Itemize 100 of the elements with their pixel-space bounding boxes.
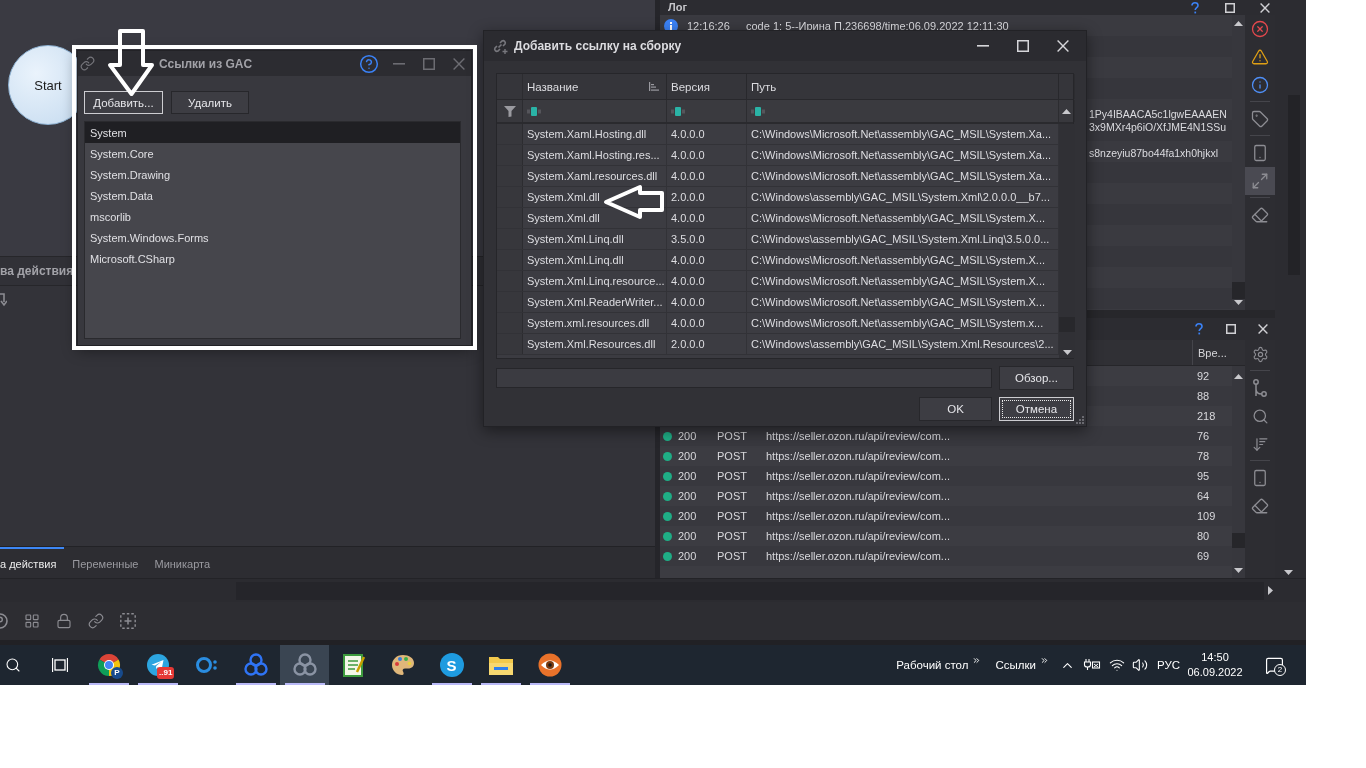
column-header[interactable]: Вре... <box>1192 340 1232 365</box>
table-row[interactable]: System.Xaml.Hosting.dll 4.0.0.0 C:\Windows\Microsoft.Net\assembly\GAC_MSIL\System.Xa... <box>497 124 1059 145</box>
add-icon[interactable] <box>120 613 136 629</box>
scrollbar-thumb[interactable] <box>1232 282 1245 299</box>
list-item[interactable]: Microsoft.CSharp <box>85 248 460 269</box>
table-cell-text: https://seller.ozon.ru/api/review/com... <box>766 470 952 482</box>
grid-icon[interactable] <box>24 613 40 629</box>
list-item[interactable]: System.Windows.Forms <box>85 227 460 248</box>
link-icon[interactable] <box>88 613 104 629</box>
table-cell-text: https://seller.ozon.ru/api/review/com... <box>766 510 952 522</box>
plug-battery-icon <box>1082 659 1101 671</box>
table-row[interactable]: System.xml.resources.dll 4.0.0.0 C:\Windows\Microsoft.Net\assembly\GAC_MSIL\System.x... <box>497 313 1059 334</box>
table-cell: 4.0.0.0 <box>667 313 747 333</box>
expand-icon <box>1251 172 1269 190</box>
language-button[interactable]: РУС <box>1150 645 1186 685</box>
table-row[interactable]: System.Xml.Linq.resource... 4.0.0.0 C:\Windows\Microsoft.Net\assembly\GAC_MSIL\System.X... <box>497 271 1059 292</box>
dialog-button[interactable]: OK <box>919 397 992 421</box>
table-cell-text: POST <box>717 510 748 522</box>
log-message: code 1: 5--Ирина П.236698/time:06.09.2022 12:11:30 <box>746 19 1009 32</box>
scrollbar[interactable] <box>1232 366 1245 578</box>
notifications-button[interactable]: 2 <box>1260 645 1288 685</box>
left-arrow <box>603 184 665 220</box>
dialog-button[interactable]: Отмена <box>999 397 1074 421</box>
phone-icon <box>1251 469 1269 487</box>
scrollbar-thumb[interactable] <box>1232 533 1245 548</box>
close-icon <box>453 57 465 70</box>
table-cell-text: 92 <box>1196 370 1211 382</box>
folder-icon <box>488 655 513 675</box>
list-item[interactable]: mscorlib <box>85 206 460 227</box>
table-cell-text: POST <box>717 470 748 482</box>
sort-icon <box>1251 435 1269 453</box>
table-cell-text: POST <box>717 550 748 562</box>
toolbar-button[interactable]: Ссылки <box>991 645 1053 685</box>
table-cell: 3.5.0.0 <box>667 229 747 249</box>
table-row[interactable]: System.Xaml.Hosting.res... 4.0.0.0 C:\Windows\Microsoft.Net\assembly\GAC_MSIL\System.Xa... <box>497 145 1059 166</box>
scrollbar[interactable] <box>1059 124 1075 358</box>
table-cell: System.Xml.dll <box>523 187 667 207</box>
log-time: 12:16:26 <box>687 19 731 32</box>
table-row[interactable]: System.Xaml.resources.dll 4.0.0.0 C:\Windows\Microsoft.Net\assembly\GAC_MSIL\System.Xa... <box>497 166 1059 187</box>
scroll-up-icon <box>1062 108 1071 114</box>
list-item[interactable]: System <box>85 122 460 143</box>
table-cell: System.xml.resources.dll <box>523 313 667 333</box>
table-row[interactable]: System.Xml.dll 4.0.0.0 C:\Windows\Microsoft.Net\assembly\GAC_MSIL\System.X... <box>497 208 1059 229</box>
text-filter-icon <box>671 106 685 116</box>
table-cell-text: 218 <box>1196 410 1217 422</box>
lock-icon[interactable] <box>56 613 72 629</box>
maximize-icon <box>1225 2 1235 13</box>
close-icon <box>1258 324 1268 334</box>
minimize-icon <box>977 45 989 47</box>
eye-icon <box>537 653 562 677</box>
tool-button[interactable] <box>1245 167 1275 195</box>
list-item[interactable]: System.Core <box>85 143 460 164</box>
table-cell-text: 80 <box>1196 530 1211 542</box>
browse-button[interactable]: Обзор... <box>999 366 1074 390</box>
scroll-down-icon <box>1234 568 1243 573</box>
app-badge: ..91 <box>157 667 175 679</box>
download-icon[interactable] <box>0 293 7 307</box>
link-plus-icon <box>492 38 508 54</box>
column-header[interactable]: Версия <box>667 74 747 99</box>
column-header[interactable]: Название <box>523 74 667 99</box>
down-arrow <box>107 28 155 98</box>
clock-button[interactable]: 14:50 06.09.2022 <box>1186 645 1244 685</box>
table-row[interactable]: System.Xml.Resources.dll 2.0.0.0 C:\Windows\assembly\GAC_MSIL\System.Xml.Resources\2... <box>497 334 1059 355</box>
user-icon[interactable] <box>0 613 8 629</box>
app-badge: P <box>111 667 123 679</box>
task-view-icon <box>52 658 68 672</box>
resize-grip-icon[interactable] <box>1076 416 1084 424</box>
panel-title: Лог <box>668 1 688 14</box>
log-message: 3x9MXr4p6iO/XfJME4N1SSu <box>1089 121 1227 134</box>
eraser-icon <box>1251 497 1269 515</box>
table-cell: System.Xml.Linq.dll <box>523 250 667 270</box>
table-cell-text: 200 <box>678 490 698 502</box>
dialog-button[interactable]: Добавить... <box>84 91 163 114</box>
table-cell-text: https://seller.ozon.ru/api/review/com... <box>766 490 952 502</box>
table-cell: System.Xml.dll <box>523 208 667 228</box>
chevron-icon <box>972 655 982 665</box>
table-row[interactable]: System.Xml.ReaderWriter... 4.0.0.0 C:\Windows\Microsoft.Net\assembly\GAC_MSIL\System.X... <box>497 292 1059 313</box>
list-item[interactable]: System.Drawing <box>85 164 460 185</box>
table-cell: 4.0.0.0 <box>667 124 747 144</box>
scrollbar[interactable] <box>1232 15 1245 310</box>
table-cell: System.Xaml.resources.dll <box>523 166 667 186</box>
table-cell-text: 78 <box>1196 450 1211 462</box>
tab[interactable]: Переменные <box>64 547 147 578</box>
wifi-icon <box>1108 657 1125 673</box>
tab[interactable]: Миникарта <box>146 547 219 578</box>
close-icon <box>1260 2 1270 13</box>
toolbar-button[interactable]: Рабочий стол <box>892 645 986 685</box>
browser-icon <box>96 653 121 677</box>
list-item[interactable]: System.Data <box>85 185 460 206</box>
table-row[interactable]: System.Xml.dll 2.0.0.0 C:\Windows\assembly\GAC_MSIL\System.Xml\2.0.0.0__b7... <box>497 187 1059 208</box>
table-row[interactable]: System.Xml.Linq.dll 3.5.0.0 C:\Windows\assembly\GAC_MSIL\System.Xml.Linq\3.5.0.0... <box>497 229 1059 250</box>
table-row[interactable]: System.Xml.Linq.dll 4.0.0.0 C:\Windows\Microsoft.Net\assembly\GAC_MSIL\System.X... <box>497 250 1059 271</box>
notepad-icon <box>342 653 365 677</box>
column-header[interactable]: Путь <box>747 74 1059 99</box>
table-cell-text: POST <box>717 490 748 502</box>
table-cell: 4.0.0.0 <box>667 145 747 165</box>
link-icon <box>80 56 95 71</box>
table-cell: System.Xml.Resources.dll <box>523 334 667 354</box>
dialog-button[interactable]: Удалить <box>171 91 249 114</box>
table-cell: System.Xaml.Hosting.res... <box>523 145 667 165</box>
